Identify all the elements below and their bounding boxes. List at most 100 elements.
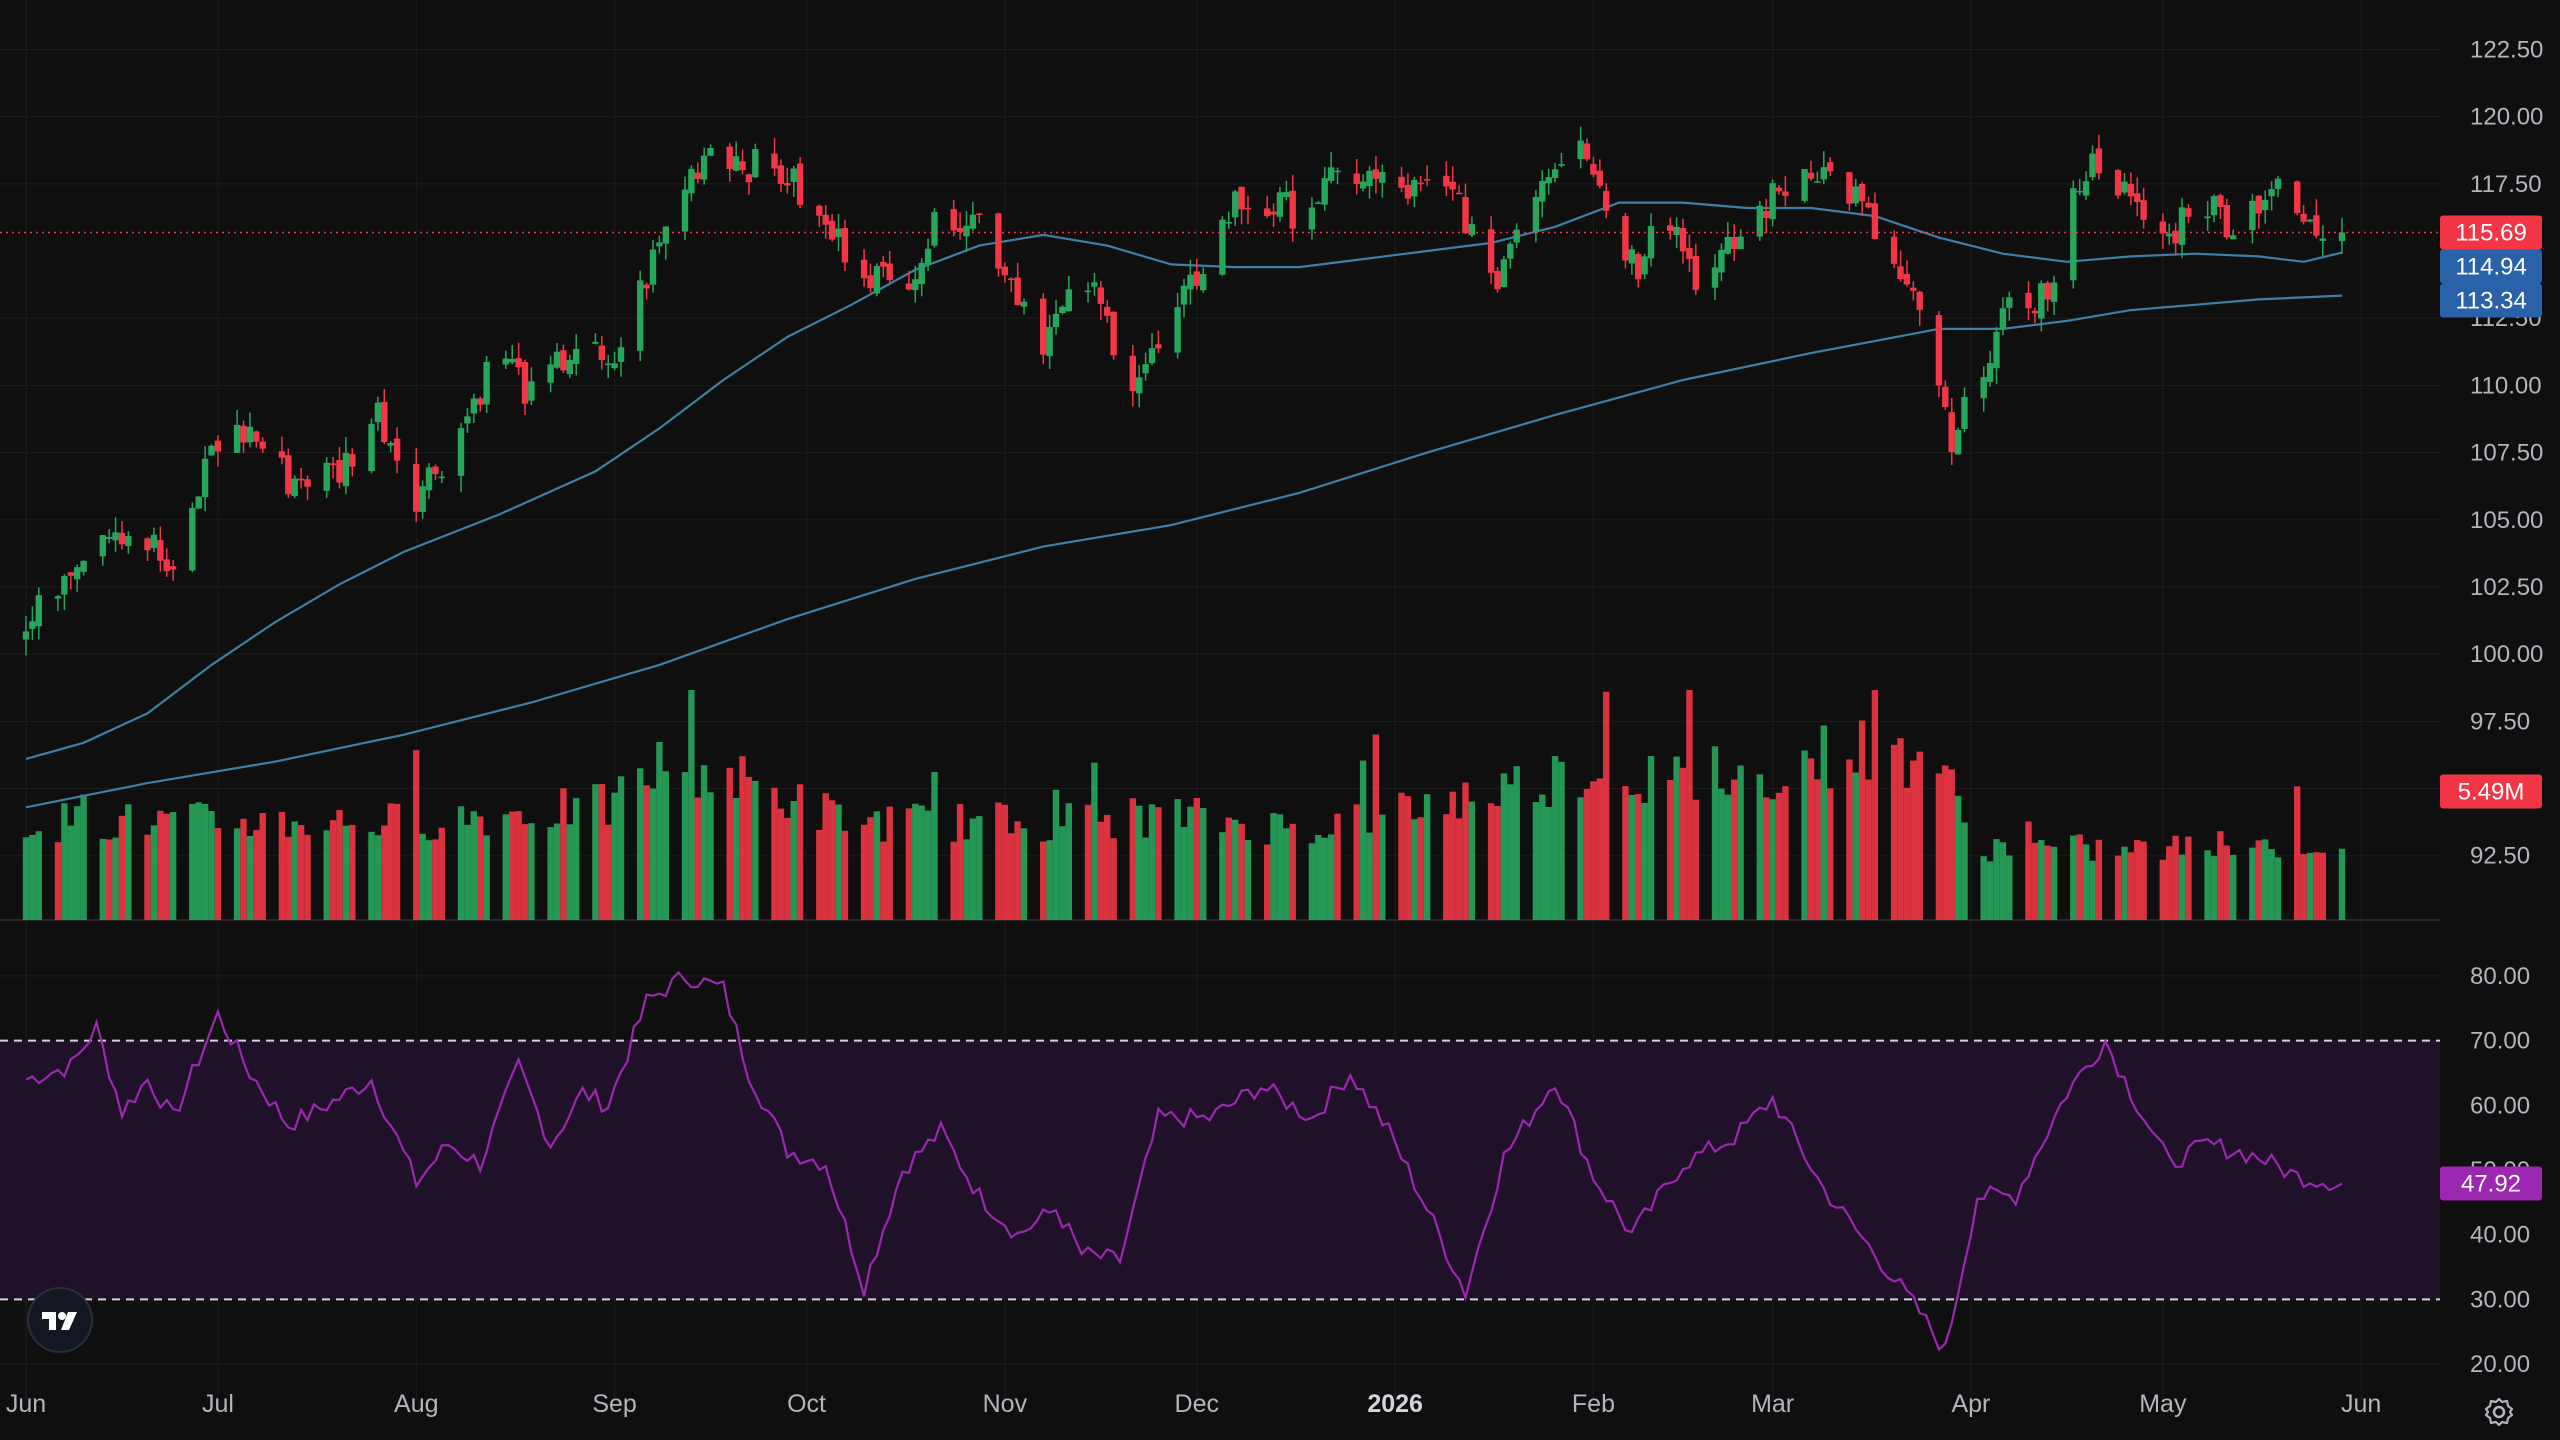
- candle-body: [349, 454, 356, 467]
- candle: [637, 270, 644, 362]
- time-tick-label: May: [2139, 1390, 2187, 1418]
- volume-bar: [617, 776, 625, 920]
- candle-body: [2230, 235, 2237, 240]
- candle-body: [1334, 170, 1341, 173]
- volume-bar: [2082, 844, 2090, 920]
- candle-body: [2070, 188, 2077, 281]
- candle-body: [144, 538, 151, 551]
- volume-bar: [1890, 744, 1898, 920]
- candle-body: [752, 149, 759, 178]
- volume-bar: [2274, 857, 2282, 920]
- volume-bar: [67, 825, 74, 920]
- candle-body: [1040, 298, 1047, 355]
- candle-body: [2095, 148, 2103, 174]
- volume-bar: [393, 803, 401, 920]
- candle-body: [1641, 256, 1648, 275]
- candle-body: [860, 259, 868, 279]
- volume-bar: [1353, 804, 1360, 920]
- candle: [291, 475, 298, 498]
- volume-bar: [681, 772, 689, 920]
- volume-bar: [1494, 806, 1501, 920]
- candle-body: [323, 462, 330, 491]
- candle-body: [784, 183, 791, 186]
- volume-bar: [323, 830, 330, 920]
- candle-body: [1737, 236, 1744, 250]
- volume-bar: [112, 837, 119, 920]
- volume-bar: [2268, 849, 2275, 920]
- candle: [189, 502, 196, 573]
- chart-canvas[interactable]: 122.50120.00117.50112.50110.00107.50105.…: [0, 0, 2560, 1440]
- volume-bar: [2178, 854, 2186, 920]
- candle-body: [1628, 249, 1635, 264]
- volume-bar: [1635, 794, 1642, 920]
- time-tick-label: Aug: [394, 1390, 438, 1418]
- candle-body: [1136, 377, 1143, 394]
- candle-body: [1890, 236, 1898, 264]
- volume-bar: [1321, 837, 1328, 920]
- volume-bar: [841, 830, 849, 920]
- volume-bar: [368, 831, 375, 920]
- candle-body: [29, 621, 36, 629]
- candle-body: [1686, 248, 1693, 259]
- candle-body: [464, 416, 471, 424]
- candle-body: [387, 443, 394, 446]
- candle-body: [240, 425, 247, 443]
- candle-body: [681, 189, 689, 232]
- candle-body: [515, 358, 522, 368]
- candle-body: [1814, 181, 1821, 183]
- candle-body: [553, 351, 561, 368]
- price-tick-label: 97.50: [2470, 708, 2530, 735]
- candle-body: [1769, 183, 1776, 220]
- candle-body: [726, 146, 733, 169]
- candle-body: [1142, 364, 1149, 374]
- volume-bar: [2006, 855, 2013, 920]
- volume-bar: [2095, 839, 2103, 920]
- tradingview-logo-icon[interactable]: [27, 1287, 93, 1353]
- candle: [2114, 169, 2122, 199]
- time-tick-label: Apr: [1951, 1390, 1990, 1418]
- candle-body: [880, 261, 887, 267]
- candle: [483, 355, 490, 413]
- candle-body: [2134, 193, 2141, 202]
- candle: [368, 418, 375, 474]
- volume-bar: [1136, 805, 1143, 920]
- volume-bar: [1264, 844, 1271, 920]
- volume-bar: [976, 816, 983, 920]
- candle-body: [1008, 278, 1015, 280]
- volume-bar: [1647, 756, 1655, 920]
- price-tick-label: 100.00: [2470, 641, 2543, 668]
- candle-body: [1763, 211, 1770, 218]
- rsi-tick-label: 40.00: [2470, 1222, 2530, 1249]
- volume-bar: [118, 815, 126, 920]
- candle-body: [1577, 140, 1584, 160]
- volume-bar: [157, 810, 164, 920]
- volume-bar: [816, 830, 823, 920]
- volume-bar: [528, 823, 535, 920]
- candle-body: [80, 560, 87, 572]
- candle: [1801, 169, 1808, 203]
- candle-body: [566, 359, 573, 375]
- volume-bar: [54, 842, 62, 920]
- volume-bar: [1782, 786, 1789, 920]
- candle: [2070, 180, 2077, 289]
- candle: [285, 448, 292, 498]
- volume-bar: [1398, 792, 1405, 920]
- volume-bar: [509, 811, 516, 920]
- candle-body: [1487, 229, 1495, 273]
- candle-body: [732, 156, 740, 171]
- candle-body: [1321, 178, 1328, 205]
- volume-bar: [1583, 788, 1591, 920]
- candle-body: [1647, 226, 1655, 259]
- time-tick-label: 2026: [1367, 1390, 1423, 1418]
- candle-body: [1583, 143, 1591, 160]
- candle-body: [560, 350, 567, 371]
- volume-bar: [1545, 806, 1552, 920]
- gear-icon[interactable]: [2479, 1392, 2519, 1432]
- candle-body: [528, 381, 535, 401]
- candle-body: [189, 507, 196, 571]
- volume-bar: [1174, 799, 1181, 920]
- volume-bar: [963, 839, 970, 920]
- candle-body: [470, 398, 477, 414]
- volume-bar: [214, 828, 222, 920]
- candle-body: [886, 263, 893, 281]
